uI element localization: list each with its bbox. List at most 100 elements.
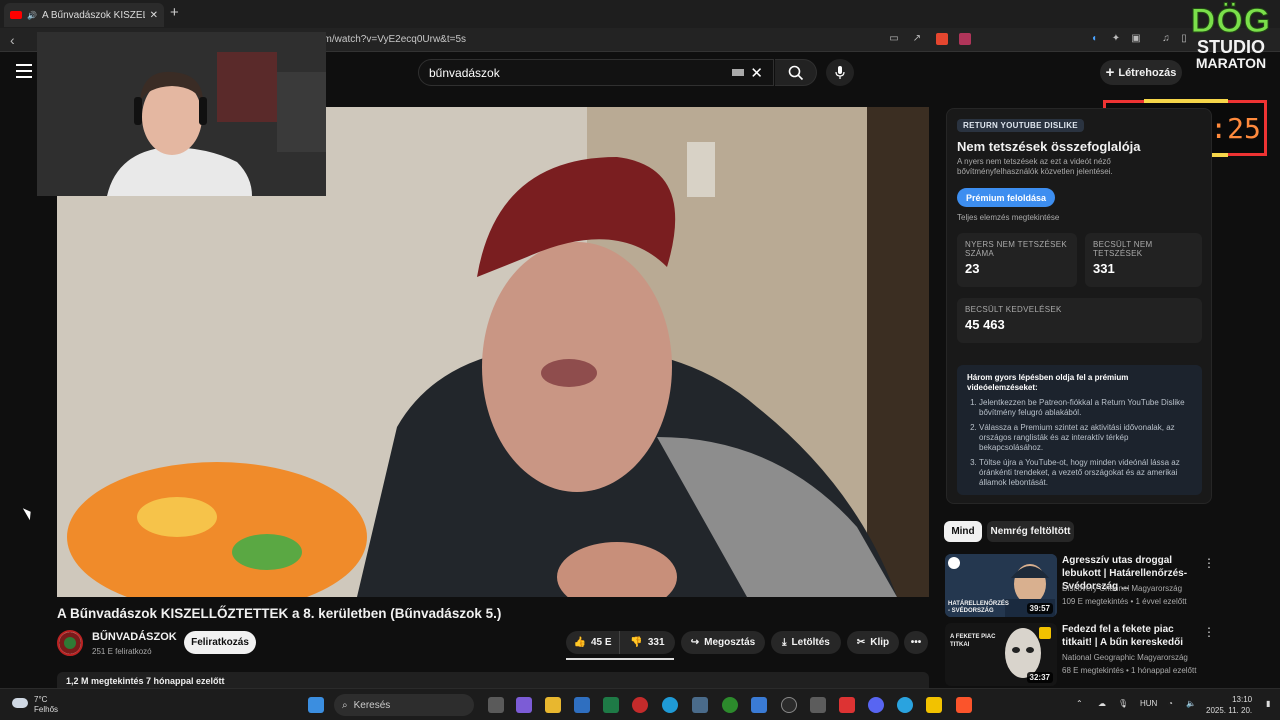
brave-icon[interactable] <box>956 697 972 713</box>
new-tab-button[interactable]: + <box>170 4 179 21</box>
webcam-overlay <box>37 32 326 196</box>
browser-tab[interactable]: 🔊 A Bűnvadászok KISZELLŐZTETTEK ✕ <box>4 3 164 27</box>
recommended-video[interactable]: HATÁRELLENŐRZÉS - SVÉDORSZÁG 39:57 Agres… <box>945 554 1215 618</box>
step-item: Jelentkezzen be Patreon-fiókkal a Return… <box>979 398 1192 418</box>
like-count: 45 E <box>590 637 612 648</box>
logo-line1: DÖG <box>1190 2 1272 40</box>
scissors-icon: ✂ <box>856 637 866 648</box>
search-button[interactable] <box>775 59 817 86</box>
more-options-icon[interactable]: ⋮ <box>1203 556 1215 570</box>
dislike-button[interactable]: 👎 331 <box>620 631 675 654</box>
store-icon[interactable] <box>574 697 590 713</box>
rewards-icon[interactable] <box>959 33 971 45</box>
clear-search-icon[interactable]: ✕ <box>750 64 763 82</box>
voice-search-button[interactable] <box>826 59 854 86</box>
chip-all[interactable]: Mind <box>944 521 982 542</box>
share-arrow-icon: ↪ <box>690 637 700 648</box>
date: 2025. 11. 20. <box>1206 706 1253 715</box>
create-button[interactable]: + Létrehozás <box>1100 60 1182 85</box>
telegram-icon[interactable] <box>897 697 913 713</box>
onedrive-icon[interactable]: ☁ <box>1098 699 1106 708</box>
channel-avatar[interactable] <box>57 630 83 656</box>
cast-icon[interactable]: ▭ <box>888 33 900 45</box>
media-icon[interactable]: ♫ <box>1160 33 1172 45</box>
excel-icon[interactable] <box>603 697 619 713</box>
copilot-icon[interactable] <box>516 697 532 713</box>
taskbar-search[interactable]: ⌕ Keresés <box>334 694 474 716</box>
download-label: Letöltés <box>791 637 830 648</box>
video-duration: 39:57 <box>1026 603 1053 614</box>
app-r-icon[interactable] <box>926 697 942 713</box>
timer-top-bar <box>1144 99 1228 103</box>
weather-widget[interactable]: 7°C Felhős <box>34 695 58 715</box>
tray-chevron-icon[interactable]: ⌃ <box>1076 699 1083 708</box>
recommended-channel[interactable]: National Geographic Magyarország <box>1062 653 1188 662</box>
language-indicator[interactable]: HUN <box>1140 699 1157 708</box>
keyboard-icon[interactable] <box>732 69 745 76</box>
unlock-premium-button[interactable]: Prémium feloldása <box>957 188 1055 207</box>
stat-estimated-likes: BECSÜLT KEDVELÉSEK 45 463 <box>957 298 1202 343</box>
stat-label: BECSÜLT NEM TETSZÉSEK <box>1093 240 1153 258</box>
stat-raw-dislikes: NYERS NEM TETSZÉSEK SZÁMA 23 <box>957 233 1077 287</box>
mouse-cursor <box>22 505 35 521</box>
clip-button[interactable]: ✂ Klip <box>847 631 899 654</box>
more-actions-button[interactable]: ••• <box>904 631 928 654</box>
recommended-video[interactable]: A FEKETE PIAC TITKAI 32:37 Fedezd fel a … <box>945 623 1215 687</box>
create-label: Létrehozás <box>1118 66 1177 79</box>
share-button[interactable]: ↪ Megosztás <box>681 631 765 654</box>
notepad-icon[interactable] <box>751 697 767 713</box>
app8-icon[interactable] <box>839 697 855 713</box>
share-icon[interactable]: ↗ <box>911 33 923 45</box>
file-explorer-icon[interactable] <box>545 697 561 713</box>
calculator-icon[interactable] <box>810 697 826 713</box>
channel-name[interactable]: BŰNVADÁSZOK <box>92 631 177 643</box>
video-thumbnail[interactable]: HATÁRELLENŐRZÉS - SVÉDORSZÁG 39:57 <box>945 554 1057 617</box>
back-icon[interactable]: ‹ <box>10 32 15 48</box>
thumbnail-text: HATÁRELLENŐRZÉS - SVÉDORSZÁG <box>948 601 1009 614</box>
brave-shield-icon[interactable] <box>936 33 948 45</box>
video-thumbnail[interactable]: A FEKETE PIAC TITKAI 32:37 <box>945 623 1057 686</box>
extensions-icon[interactable]: ✦ <box>1110 33 1122 45</box>
clock[interactable]: 13:10 2025. 11. 20. <box>1206 694 1252 716</box>
chip-recently-uploaded[interactable]: Nemrég feltöltött <box>987 521 1074 542</box>
search-input[interactable]: bűnvadászok ✕ <box>418 59 774 86</box>
extension-badge: RETURN YOUTUBE DISLIKE <box>957 119 1084 132</box>
task-view-icon[interactable] <box>488 697 504 713</box>
audio-extension-icon[interactable]: ◖ <box>1088 33 1100 45</box>
mic-tray-icon[interactable]: 🎙 <box>1118 699 1128 708</box>
network-icon[interactable]: ◔ <box>1168 699 1173 708</box>
notification-icon[interactable]: ▮ <box>1266 699 1270 708</box>
search-query: bűnvadászok <box>429 65 500 80</box>
taskbar-search-label: Keresés <box>353 699 391 711</box>
menu-icon[interactable] <box>16 64 32 78</box>
stat-value: 331 <box>1093 261 1115 276</box>
app-icon[interactable] <box>632 697 648 713</box>
close-tab-icon[interactable]: ✕ <box>150 10 158 21</box>
discord-icon[interactable] <box>868 697 884 713</box>
video-description-box[interactable]: 1,2 M megtekintés 7 hónappal ezelőtt <box>57 672 929 688</box>
stream-logo: DÖG STUDIO MARATON <box>1186 4 1276 88</box>
xbox-icon[interactable] <box>722 697 738 713</box>
subscribe-button[interactable]: Feliratkozás <box>184 631 256 654</box>
dislike-panel: RETURN YOUTUBE DISLIKE Nem tetszések öss… <box>946 108 1212 504</box>
share-label: Megosztás <box>704 637 756 648</box>
stat-value: 45 463 <box>965 317 1005 332</box>
obs-icon[interactable] <box>781 697 797 713</box>
volume-icon[interactable]: 🔈 <box>1186 699 1196 708</box>
recommended-meta: 68 E megtekintés • 1 hónappal ezelőtt <box>1062 666 1197 675</box>
youtube-favicon-icon <box>10 11 22 19</box>
more-options-icon[interactable]: ⋮ <box>1203 625 1215 639</box>
download-button[interactable]: ⤓ Letöltés <box>771 631 841 654</box>
full-analysis-link[interactable]: Teljes elemzés megtekintése <box>957 213 1059 222</box>
recommended-channel[interactable]: Discovery Channel Magyarország <box>1062 584 1182 593</box>
wallet-icon[interactable]: ▣ <box>1130 33 1142 45</box>
start-icon[interactable] <box>308 697 324 713</box>
edge-icon[interactable] <box>662 697 678 713</box>
recommended-title[interactable]: Fedezd fel a fekete piac titkait! | A bű… <box>1062 623 1200 649</box>
like-button[interactable]: 👍 45 E <box>566 631 620 654</box>
settings-icon[interactable] <box>692 697 708 713</box>
microphone-icon <box>835 65 845 79</box>
step-item: Töltse újra a YouTube-ot, hogy minden vi… <box>979 458 1192 488</box>
premium-steps: Három gyors lépésben oldja fel a prémium… <box>957 365 1202 495</box>
url-field[interactable]: om/watch?v=VyE2ecq0Urw&t=5s <box>318 34 466 45</box>
